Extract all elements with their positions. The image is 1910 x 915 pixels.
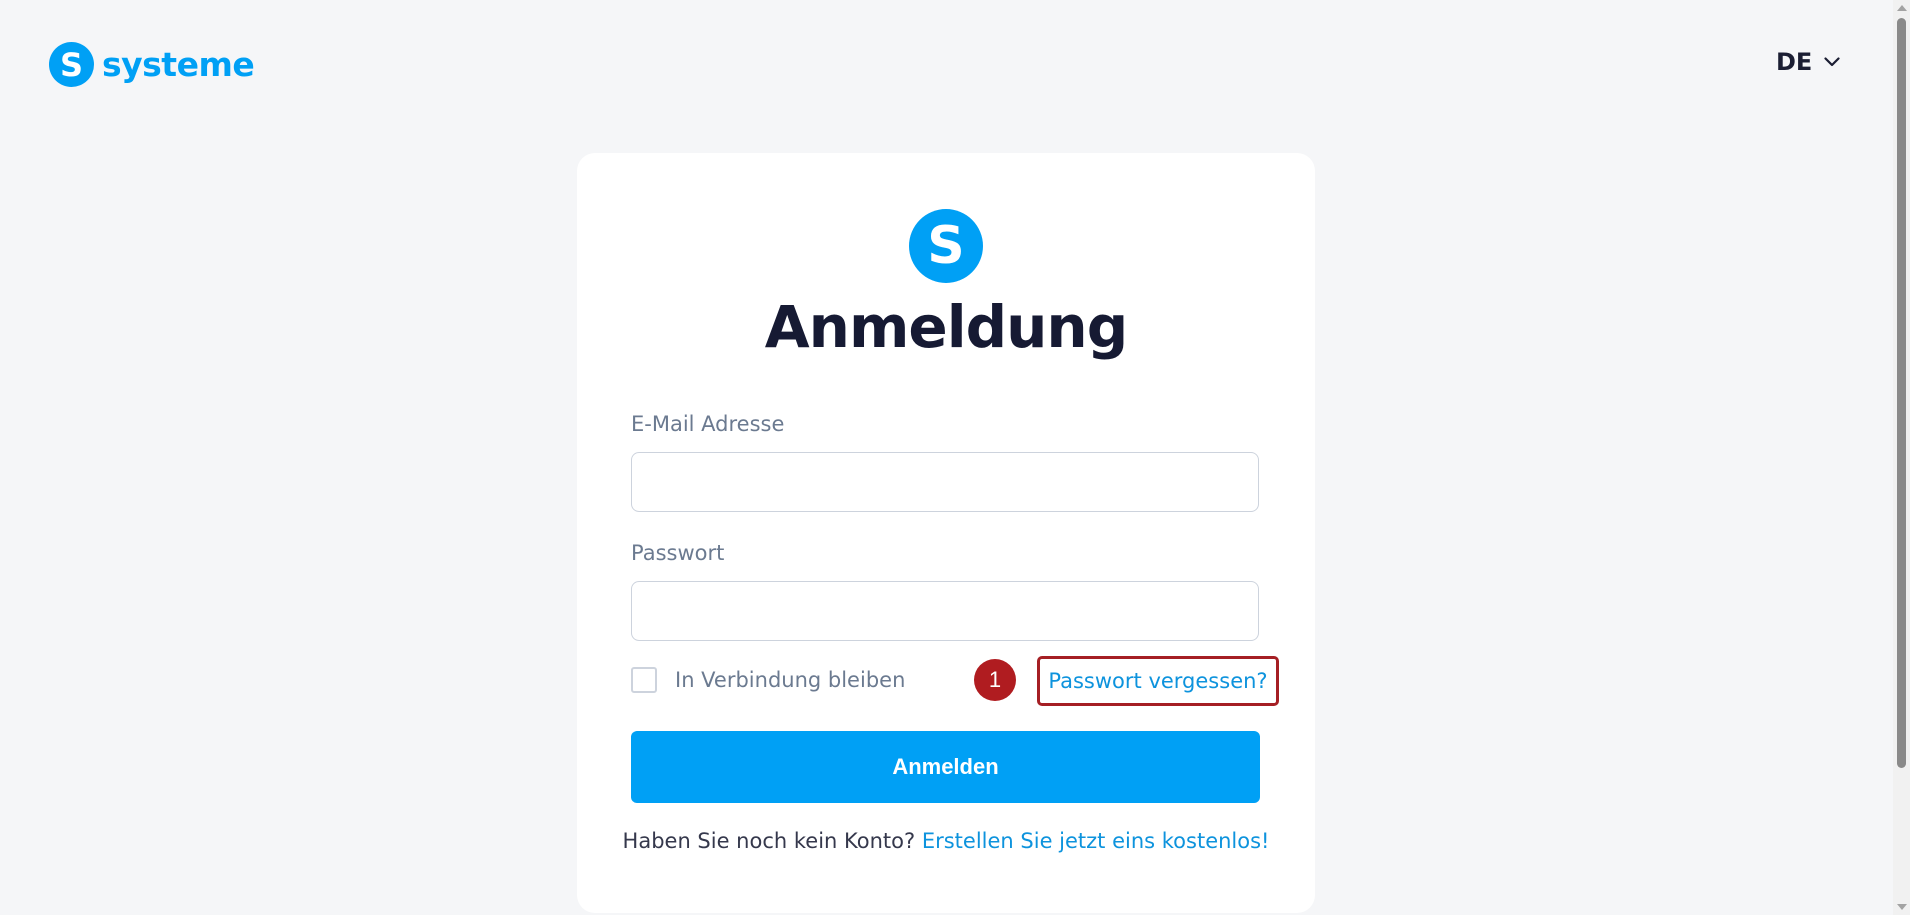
signup-prompt: Haben Sie noch kein Konto? Erstellen Sie… bbox=[577, 829, 1315, 853]
password-label: Passwort bbox=[631, 541, 725, 565]
systeme-logo-icon: S bbox=[909, 209, 983, 283]
scroll-down-arrow-icon[interactable] bbox=[1897, 904, 1907, 910]
page: S systeme DE S Anmeldung E-Mail Adresse … bbox=[0, 0, 1910, 915]
scrollbar-thumb[interactable] bbox=[1897, 18, 1906, 768]
signup-link[interactable]: Erstellen Sie jetzt eins kostenlos! bbox=[922, 829, 1270, 853]
remember-me-checkbox[interactable] bbox=[631, 667, 657, 693]
language-code: DE bbox=[1776, 48, 1813, 76]
systeme-logo-icon: S bbox=[49, 42, 94, 87]
remember-me: In Verbindung bleiben bbox=[631, 667, 905, 693]
email-label: E-Mail Adresse bbox=[631, 412, 785, 436]
password-input[interactable] bbox=[631, 581, 1259, 641]
forgot-password-link[interactable]: Passwort vergessen? bbox=[1048, 669, 1267, 693]
login-card: S Anmeldung E-Mail Adresse Passwort In V… bbox=[577, 153, 1315, 913]
remember-me-label[interactable]: In Verbindung bleiben bbox=[675, 668, 905, 692]
annotation-highlight-box: Passwort vergessen? bbox=[1037, 656, 1279, 706]
signup-prompt-text: Haben Sie noch kein Konto? bbox=[622, 829, 916, 853]
login-button[interactable]: Anmelden bbox=[631, 731, 1260, 803]
brand-home-link[interactable]: S systeme bbox=[49, 42, 255, 87]
language-selector[interactable]: DE bbox=[1776, 48, 1840, 76]
page-title: Anmeldung bbox=[764, 293, 1128, 361]
email-input[interactable] bbox=[631, 452, 1259, 512]
brand-name: systeme bbox=[102, 45, 255, 84]
vertical-scrollbar[interactable] bbox=[1893, 0, 1910, 915]
annotation-marker: 1 bbox=[974, 659, 1016, 701]
chevron-down-icon bbox=[1824, 57, 1840, 67]
scroll-up-arrow-icon[interactable] bbox=[1897, 5, 1907, 11]
